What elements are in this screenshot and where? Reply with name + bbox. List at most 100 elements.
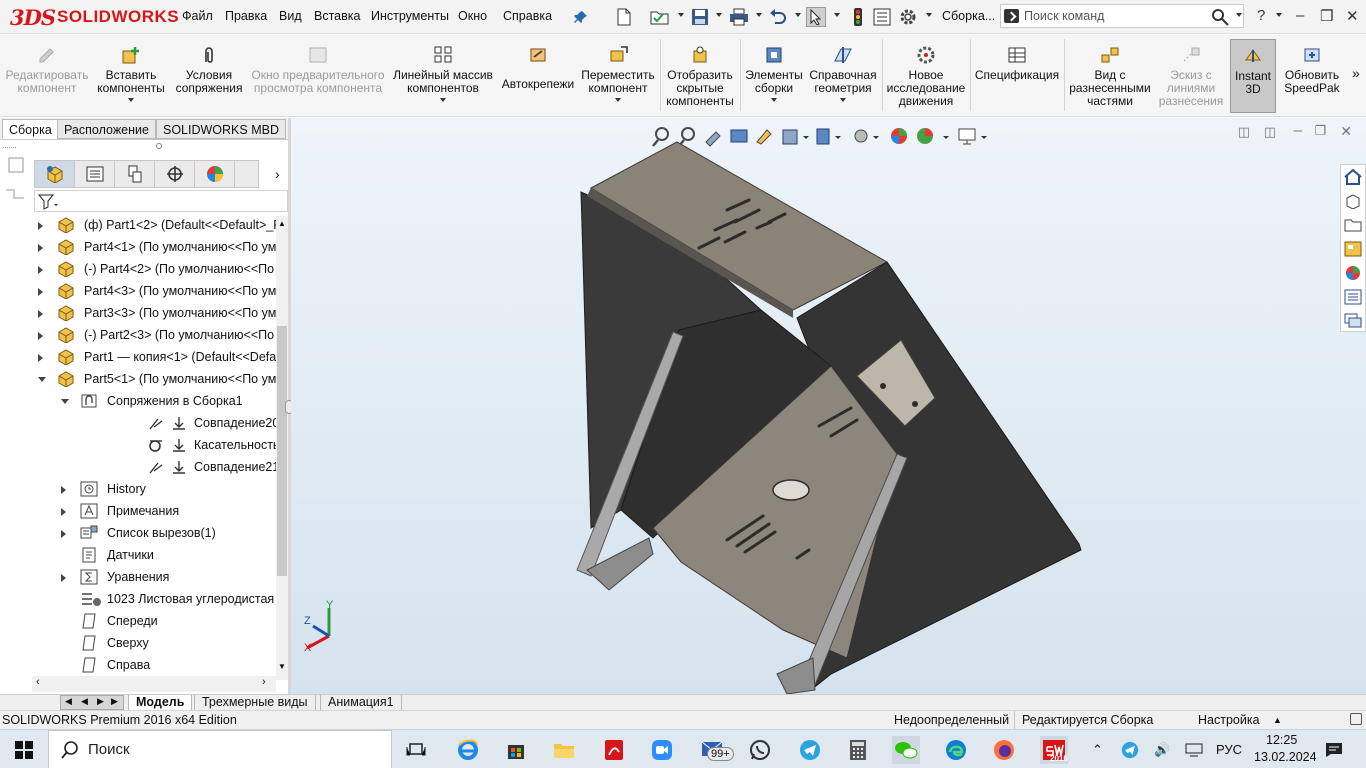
tree-item[interactable]: (-) Part4<2> (По умолчанию<<По у xyxy=(30,258,276,280)
minimize-icon[interactable]: – xyxy=(1296,7,1304,24)
menu-tools[interactable]: Инструменты xyxy=(371,9,449,23)
chevron-down-icon[interactable] xyxy=(771,98,777,102)
scroll-right-icon[interactable]: › xyxy=(262,676,266,688)
show-hidden-components-button[interactable]: Отобразить скрытые компоненты xyxy=(664,39,736,113)
tree-item[interactable]: Part4<1> (По умолчанию<<По умо xyxy=(30,236,276,258)
tab-assembly[interactable]: Сборка xyxy=(2,119,59,139)
menu-window[interactable]: Окно xyxy=(458,9,487,23)
pin-icon[interactable] xyxy=(571,7,591,27)
print-icon[interactable] xyxy=(729,7,749,27)
exploded-view-button[interactable]: Вид с разнесенными частями xyxy=(1068,39,1152,113)
tree-item[interactable]: Уравнения xyxy=(30,566,276,588)
expand-arrow-right-icon[interactable] xyxy=(38,332,43,340)
menu-help[interactable]: Справка xyxy=(503,9,552,23)
tree-item[interactable]: Сверху xyxy=(30,632,276,654)
ribbon-more-button[interactable]: » xyxy=(1352,65,1360,81)
expand-arrow-down-icon[interactable] xyxy=(61,399,69,404)
view-palette-icon[interactable] xyxy=(1341,237,1365,261)
telegram-icon[interactable] xyxy=(796,736,824,764)
tree-vertical-scrollbar[interactable]: ▲ ▼ xyxy=(276,216,288,680)
pdf-reader-icon[interactable] xyxy=(600,736,628,764)
notification-center-icon[interactable] xyxy=(1320,736,1348,764)
search-dropdown-icon[interactable] xyxy=(1236,13,1242,17)
expand-arrow-down-icon[interactable] xyxy=(38,377,46,382)
property-manager-tab[interactable] xyxy=(75,161,115,187)
mate-button[interactable]: Условия сопряжения xyxy=(172,39,246,113)
tree-item[interactable]: (ф) Part1<2> (Default<<Default>_Ph xyxy=(30,214,276,236)
file-properties-icon[interactable] xyxy=(872,7,892,27)
internet-explorer-icon[interactable] xyxy=(454,736,482,764)
select-cursor-icon[interactable] xyxy=(806,7,826,27)
menu-view[interactable]: Вид xyxy=(279,9,302,23)
tab-first-icon[interactable]: ◀ xyxy=(65,696,72,707)
update-speedpak-button[interactable]: Обновить SpeedPak xyxy=(1280,39,1344,113)
bill-of-materials-button[interactable]: Спецификация xyxy=(974,39,1060,113)
tree-item[interactable]: (-) Part2<3> (По умолчанию<<По у xyxy=(30,324,276,346)
customize-up-icon[interactable]: ▲ xyxy=(1273,711,1282,729)
tree-item[interactable]: Совпадение20 (Part1 — xyxy=(30,412,276,434)
graphics-area[interactable]: ◫ ◫ – ❐ ✕ Y Z X xyxy=(291,118,1366,694)
traffic-light-icon[interactable] xyxy=(848,7,868,27)
tree-item[interactable]: Part3<3> (По умолчанию<<По умо xyxy=(30,302,276,324)
explode-line-sketch-button[interactable]: Эскиз с линиями разнесения xyxy=(1156,39,1226,113)
options-dropdown-icon[interactable] xyxy=(926,13,932,17)
tree-item[interactable]: Датчики xyxy=(30,544,276,566)
tree-filter[interactable] xyxy=(34,190,288,212)
undo-icon[interactable] xyxy=(768,7,788,27)
expand-arrow-right-icon[interactable] xyxy=(61,530,66,538)
search-icon[interactable] xyxy=(1210,7,1230,27)
expand-arrow-right-icon[interactable] xyxy=(61,486,66,494)
undo-dropdown-icon[interactable] xyxy=(795,13,801,17)
tree-item[interactable]: Совпадение21 (Part1 — xyxy=(30,456,276,478)
help-dropdown-icon[interactable] xyxy=(1276,13,1282,17)
firefox-icon[interactable] xyxy=(990,736,1018,764)
sketch-tools-icon[interactable] xyxy=(2,154,28,210)
expand-arrow-right-icon[interactable] xyxy=(61,508,66,516)
chevron-down-icon[interactable] xyxy=(440,98,446,102)
tree-item[interactable]: Примечания xyxy=(30,500,276,522)
telegram-tray-icon[interactable] xyxy=(1118,738,1142,762)
scroll-left-icon[interactable]: ‹ xyxy=(36,676,40,688)
new-document-icon[interactable] xyxy=(614,7,634,27)
new-motion-study-button[interactable]: Новое исследование движения xyxy=(886,39,966,113)
menu-file[interactable]: Файл xyxy=(182,9,213,23)
expand-arrow-right-icon[interactable] xyxy=(38,222,43,230)
solidworks-logo[interactable]: 3DS SOLIDWORKS xyxy=(10,2,179,32)
tree-item[interactable]: History xyxy=(30,478,276,500)
tree-horizontal-scrollbar[interactable]: ‹ › xyxy=(32,676,276,692)
assembly-model-view[interactable] xyxy=(291,118,1366,694)
file-explorer-icon[interactable] xyxy=(1341,213,1365,237)
tab-3d-views[interactable]: Трехмерные виды xyxy=(194,695,316,711)
input-language[interactable]: РУС xyxy=(1216,742,1242,757)
print-dropdown-icon[interactable] xyxy=(756,13,762,17)
taskbar-search[interactable]: Поиск xyxy=(48,730,392,768)
save-dropdown-icon[interactable] xyxy=(716,13,722,17)
instant-3d-button[interactable]: Instant 3D xyxy=(1230,39,1276,113)
insert-components-button[interactable]: Вставить компоненты xyxy=(94,39,168,113)
reference-geometry-button[interactable]: Справочная геометрия xyxy=(808,39,878,113)
tab-animation[interactable]: Анимация1 xyxy=(320,695,402,711)
expand-arrow-right-icon[interactable] xyxy=(38,266,43,274)
configuration-manager-tab[interactable] xyxy=(115,161,155,187)
chevron-down-icon[interactable] xyxy=(615,98,621,102)
expand-arrow-right-icon[interactable] xyxy=(38,354,43,362)
command-search[interactable]: Поиск команд xyxy=(1000,4,1244,28)
file-explorer-icon[interactable] xyxy=(550,736,578,764)
tree-item[interactable]: Спереди xyxy=(30,610,276,632)
tab-layout[interactable]: Расположение xyxy=(57,119,156,139)
tab-scroll-arrows[interactable]: ◀ ◀ ▶ ▶ xyxy=(60,695,124,710)
tree-item[interactable]: Справа xyxy=(30,654,276,676)
edge-icon[interactable] xyxy=(942,736,970,764)
windows-start-icon[interactable] xyxy=(10,736,38,764)
tab-last-icon[interactable]: ▶ xyxy=(111,696,118,707)
network-icon[interactable] xyxy=(1182,738,1206,762)
move-component-button[interactable]: Переместить компонент xyxy=(580,39,656,113)
expand-arrow-right-icon[interactable] xyxy=(61,574,66,582)
tab-model[interactable]: Модель xyxy=(128,695,193,711)
tab-solidworks-mbd[interactable]: SOLIDWORKS MBD xyxy=(156,119,286,139)
microsoft-store-icon[interactable] xyxy=(502,736,530,764)
forum-icon[interactable] xyxy=(1341,309,1365,333)
custom-properties-icon[interactable] xyxy=(1341,285,1365,309)
tree-item[interactable]: Касательность8 (Part1 - xyxy=(30,434,276,456)
save-icon[interactable] xyxy=(690,7,710,27)
